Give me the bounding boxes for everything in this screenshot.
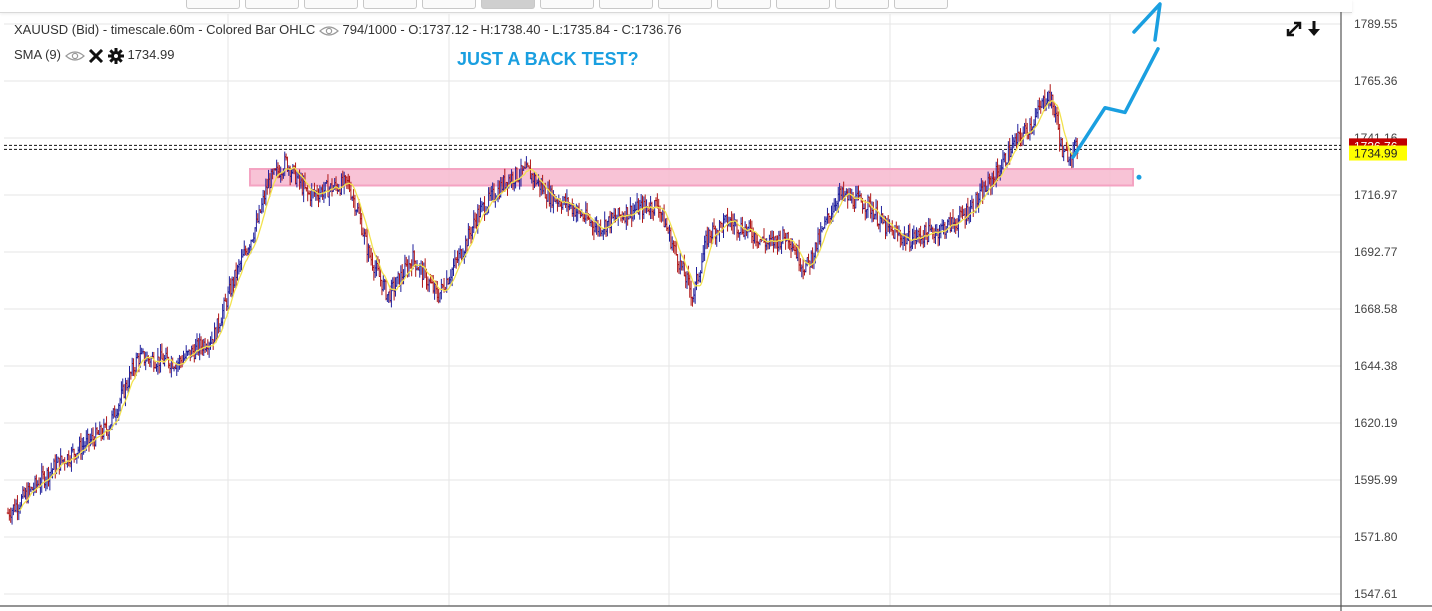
y-tick-label: 1765.36 — [1354, 74, 1398, 88]
y-tick-label: 1620.19 — [1354, 416, 1398, 430]
y-tick-label: 1571.80 — [1354, 530, 1398, 544]
y-tick-label: 1692.77 — [1354, 245, 1398, 259]
y-tick-label: 1716.97 — [1354, 188, 1398, 202]
y-tick-label: 1595.99 — [1354, 473, 1398, 487]
projection-arrowhead — [1132, 2, 1162, 42]
remove-indicator-icon[interactable] — [88, 48, 104, 63]
sma-price-label: 1734.99 — [1354, 147, 1398, 161]
chart-controls — [1285, 20, 1321, 38]
projection-arrow — [1071, 47, 1160, 159]
y-tick-label: 1668.58 — [1354, 302, 1398, 316]
instrument-title: XAUUSD (Bid) - timescale.60m - Colored B… — [14, 22, 316, 37]
zone-marker-dot — [1136, 174, 1142, 180]
y-tick-label: 1789.55 — [1354, 17, 1398, 31]
sma-line — [18, 100, 1078, 512]
indicator-value: 1734.99 — [127, 47, 175, 62]
price-chart[interactable]: 1789.551765.361741.161716.971692.771668.… — [0, 0, 1432, 611]
annotation-text: JUST A BACK TEST? — [457, 49, 639, 69]
indicator-legend: SMA (9) 1734.99 — [14, 47, 174, 64]
expand-icon[interactable] — [1285, 20, 1303, 38]
indicator-name: SMA (9) — [14, 47, 61, 62]
chart-header: XAUUSD (Bid) - timescale.60m - Colored B… — [14, 22, 681, 37]
y-tick-label: 1547.61 — [1354, 587, 1398, 601]
y-tick-label: 1644.38 — [1354, 359, 1398, 373]
ohlc-readout: 794/1000 - O:1737.12 - H:1738.40 - L:173… — [342, 22, 682, 37]
download-icon[interactable] — [1307, 20, 1321, 38]
visibility-eye-icon[interactable] — [318, 25, 339, 37]
indicator-visibility-icon[interactable] — [64, 50, 85, 62]
gear-icon[interactable] — [107, 47, 124, 64]
